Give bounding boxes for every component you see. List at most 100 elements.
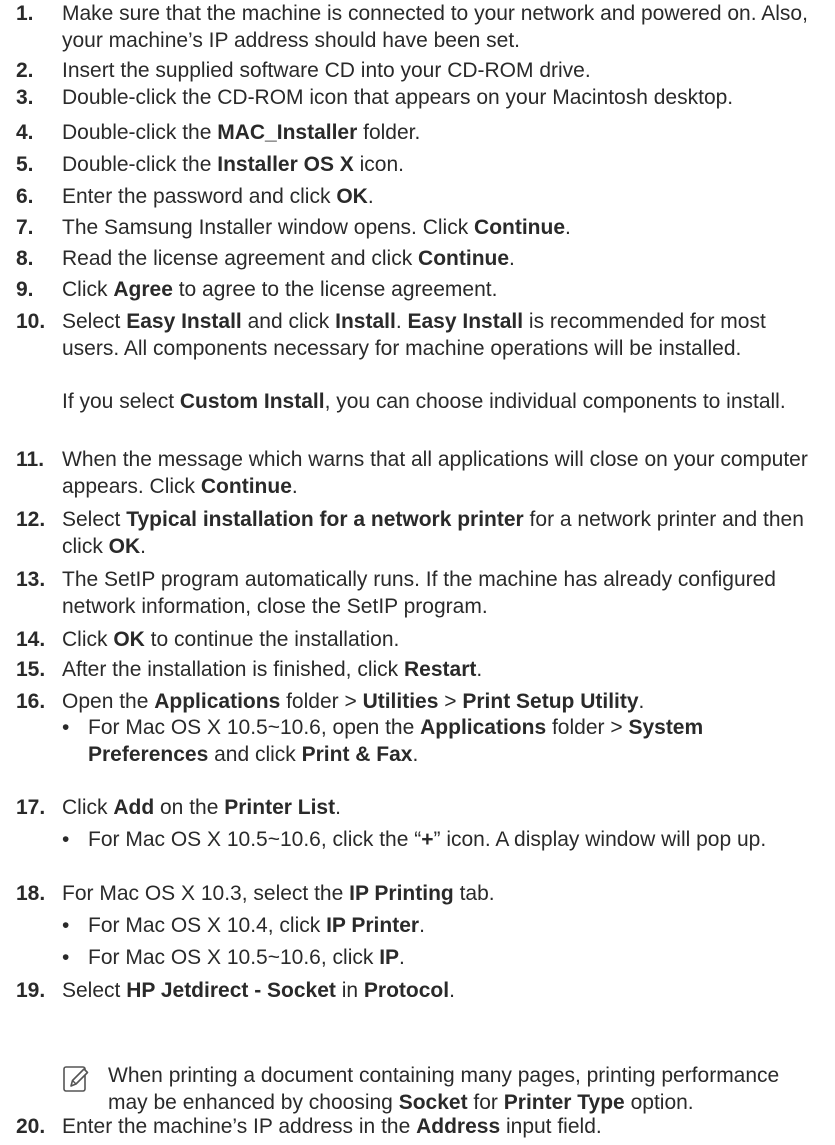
bold-term: Continue — [200, 475, 292, 498]
bullet-marker: • — [62, 914, 70, 937]
text-segment: option. — [624, 1091, 694, 1114]
text-segment: . — [412, 743, 419, 766]
bold-term: Install — [335, 310, 396, 333]
text-segment: . — [419, 914, 425, 937]
bold-term: Printer Type — [503, 1091, 625, 1114]
step-number: 1. — [16, 2, 34, 25]
text-segment: Read the license agreement and click — [62, 247, 419, 270]
step-number: 13. — [16, 568, 46, 591]
bold-term: MAC_Installer — [217, 121, 358, 144]
bullet-marker: • — [62, 828, 70, 851]
step-text: For Mac OS X 10.5~10.6, click IP. — [88, 944, 818, 971]
step-text: The SetIP program automatically runs. If… — [62, 566, 822, 620]
text-segment: . — [367, 185, 374, 208]
note-pencil-icon — [63, 1066, 89, 1092]
text-segment: Enter the password and click — [62, 185, 337, 208]
bold-term: OK — [336, 185, 368, 208]
step-text: Click Agree to agree to the license agre… — [62, 276, 822, 303]
step-text: Double-click the Installer OS X icon. — [62, 151, 822, 178]
step-number: 6. — [16, 185, 34, 208]
step-number: 4. — [16, 121, 34, 144]
step-text: Select HP Jetdirect - Socket in Protocol… — [62, 977, 822, 1004]
step-text: When printing a document containing many… — [108, 1062, 788, 1116]
step-number: 9. — [16, 278, 34, 301]
text-segment: . — [449, 979, 455, 1002]
text-segment: ” icon. A display window will pop up. — [433, 828, 767, 851]
text-segment: . — [565, 216, 571, 239]
step-number: 15. — [16, 658, 46, 681]
text-segment: and click — [241, 310, 336, 333]
text-segment: on the — [154, 796, 225, 819]
bold-term: HP Jetdirect - Socket — [126, 979, 336, 1002]
bold-term: + — [421, 828, 434, 851]
text-segment: folder > — [280, 690, 363, 713]
text-segment: After the installation is finished, clic… — [62, 658, 404, 681]
text-segment: Click — [62, 278, 114, 301]
text-segment: , you can choose individual components t… — [324, 390, 786, 413]
text-segment: Select — [62, 979, 127, 1002]
bold-term: Print Setup Utility — [462, 690, 639, 713]
step-text: When the message which warns that all ap… — [62, 446, 822, 500]
step-number: 8. — [16, 247, 34, 270]
text-segment: folder. — [357, 121, 421, 144]
text-segment: icon. — [353, 153, 404, 176]
bold-term: Add — [113, 796, 155, 819]
text-segment: Double-click the — [62, 153, 218, 176]
step-number: 12. — [16, 508, 46, 531]
step-number: 17. — [16, 796, 46, 819]
bold-term: Easy Install — [407, 310, 524, 333]
step-number: 11. — [16, 448, 45, 471]
step-text: For Mac OS X 10.3, select the IP Printin… — [62, 880, 822, 907]
step-text: For Mac OS X 10.5~10.6, open the Applica… — [88, 714, 818, 768]
text-segment: The SetIP program automatically runs. If… — [62, 568, 776, 618]
step-text: Insert the supplied software CD into you… — [62, 57, 822, 84]
step-text: The Samsung Installer window opens. Clic… — [62, 214, 822, 241]
bold-term: IP Printer — [326, 914, 420, 937]
text-segment: The Samsung Installer window opens. Clic… — [62, 216, 475, 239]
step-text: Make sure that the machine is connected … — [62, 0, 822, 54]
step-text: For Mac OS X 10.4, click IP Printer. — [88, 912, 818, 939]
text-segment: Insert the supplied software CD into you… — [62, 59, 591, 82]
bold-term: Applications — [154, 690, 281, 713]
text-segment: . — [638, 690, 645, 713]
text-segment: for — [467, 1091, 504, 1114]
text-segment: . — [140, 535, 147, 558]
bold-term: Socket — [398, 1091, 468, 1114]
step-text: Select Typical installation for a networ… — [62, 506, 822, 560]
step-text: Click Add on the Printer List. — [62, 794, 822, 821]
text-segment: For Mac OS X 10.5~10.6, click — [88, 946, 380, 969]
step-text: For Mac OS X 10.5~10.6, click the “+” ic… — [88, 826, 818, 853]
bold-term: Protocol — [363, 979, 450, 1002]
text-segment: For Mac OS X 10.5~10.6, click the “ — [88, 828, 422, 851]
text-segment: Double-click the CD-ROM icon that appear… — [62, 86, 734, 109]
text-segment: Double-click the — [62, 121, 218, 144]
text-segment: Select — [62, 508, 127, 531]
bold-term: Address — [416, 1115, 501, 1138]
step-number: 10. — [16, 310, 46, 333]
bold-term: Easy Install — [126, 310, 242, 333]
step-text: If you select Custom Install, you can ch… — [62, 388, 822, 415]
text-segment: in — [335, 979, 364, 1002]
text-segment: For Mac OS X 10.5~10.6, open the — [88, 716, 421, 739]
text-segment: Enter the machine’s IP address in the — [62, 1115, 417, 1138]
step-number: 20. — [16, 1115, 46, 1138]
bold-term: Installer OS X — [217, 153, 354, 176]
step-text: Open the Applications folder > Utilities… — [62, 688, 822, 715]
text-segment: Click — [62, 628, 114, 651]
step-text: Double-click the MAC_Installer folder. — [62, 119, 822, 146]
text-segment: Make sure that the machine is connected … — [62, 2, 808, 52]
text-segment: . — [291, 475, 298, 498]
step-number: 14. — [16, 628, 46, 651]
bold-term: Utilities — [362, 690, 439, 713]
text-segment: tab. — [453, 882, 495, 905]
bold-term: Restart — [404, 658, 477, 681]
bullet-marker: • — [62, 716, 70, 739]
step-text: Enter the password and click OK. — [62, 183, 822, 210]
text-segment: When the message which warns that all ap… — [62, 448, 808, 498]
step-number: 7. — [16, 216, 34, 239]
bold-term: Printer List — [224, 796, 336, 819]
text-segment: and click — [208, 743, 302, 766]
text-segment: . — [509, 247, 515, 270]
step-text: Click OK to continue the installation. — [62, 626, 822, 653]
text-segment: Click — [62, 796, 114, 819]
